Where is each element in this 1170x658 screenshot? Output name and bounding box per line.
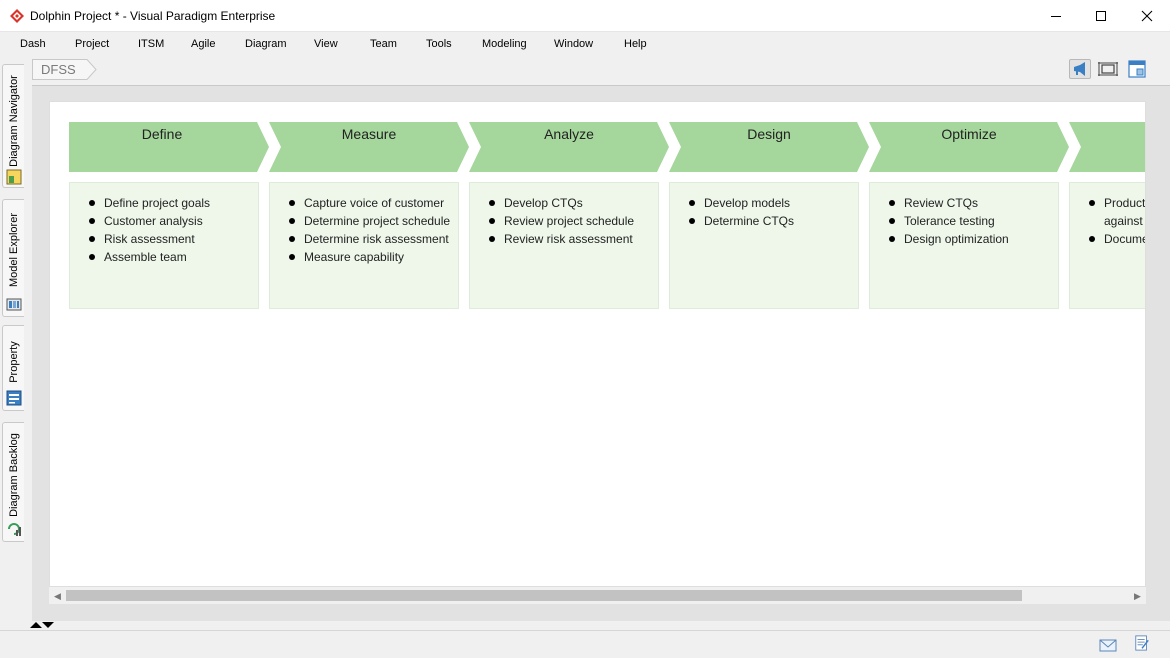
list-item: Customer analysis [89, 212, 259, 230]
side-panel-strip: Diagram Navigator Model Explorer Propert… [0, 56, 24, 628]
list-item: Develop CTQs [489, 194, 659, 212]
menu-view[interactable]: View [314, 38, 338, 50]
list-item: Tolerance testing [889, 212, 1059, 230]
menu-help[interactable]: Help [624, 38, 647, 50]
phase-task-list: Develop models Determine CTQs [689, 194, 859, 230]
menu-dash[interactable]: Dash [20, 38, 46, 50]
menu-team[interactable]: Team [370, 38, 397, 50]
phase-task-list: Review CTQs Tolerance testing Design opt… [889, 194, 1059, 248]
list-item: Determine risk assessment [289, 230, 459, 248]
close-icon [1141, 10, 1153, 22]
menu-agile[interactable]: Agile [191, 38, 215, 50]
announcement-button[interactable] [1069, 59, 1091, 79]
list-item: Assemble team [89, 248, 259, 266]
chevron-shape [1069, 122, 1145, 172]
list-item: Measure capability [289, 248, 459, 266]
scroll-left-icon[interactable]: ◀ [54, 591, 61, 602]
side-tab-property[interactable]: Property [2, 325, 24, 411]
list-item: Design optimization [889, 230, 1059, 248]
panel-collapse-icon[interactable] [30, 620, 56, 630]
phase-header-partial[interactable] [1069, 122, 1145, 172]
phase-header-analyze[interactable]: Analyze [469, 122, 673, 172]
list-item: Review risk assessment [489, 230, 659, 248]
close-button[interactable] [1124, 0, 1170, 32]
diagram-backlog-icon [8, 523, 21, 536]
minimize-button[interactable] [1033, 0, 1079, 32]
side-tab-diagram-navigator[interactable]: Diagram Navigator [2, 64, 24, 188]
list-item: Review project schedule [489, 212, 659, 230]
side-tab-label: Diagram Navigator [7, 75, 20, 167]
list-item: Determine project schedule [289, 212, 459, 230]
list-item: Product against [1089, 194, 1145, 230]
menu-project[interactable]: Project [75, 38, 109, 50]
phase-title: Analyze [544, 126, 594, 142]
list-item: Determine CTQs [689, 212, 859, 230]
diagram-canvas[interactable]: Define Define project goals Customer ana… [49, 101, 1146, 587]
side-tab-label: Diagram Backlog [7, 433, 20, 517]
phase-header-design[interactable]: Design [669, 122, 873, 172]
fit-size-icon [1098, 62, 1118, 76]
phase-header-measure[interactable]: Measure [269, 122, 473, 172]
list-item: Docume [1089, 230, 1145, 248]
megaphone-icon [1074, 62, 1085, 76]
list-item: Define project goals [89, 194, 259, 212]
diagram-tab-bar: DFSS [24, 56, 1170, 84]
menu-diagram[interactable]: Diagram [245, 38, 287, 50]
title-bar: Dolphin Project * - Visual Paradigm Ente… [0, 0, 1170, 32]
phase-box-optimize[interactable]: Review CTQs Tolerance testing Design opt… [869, 182, 1059, 309]
phase-title: Define [141, 126, 183, 142]
list-item: Capture voice of customer [289, 194, 459, 212]
menu-itsm[interactable]: ITSM [138, 38, 164, 50]
scrollbar-thumb[interactable] [66, 590, 1022, 601]
side-tab-label: Property [7, 341, 20, 383]
menu-bar: Dash Project ITSM Agile Diagram View Tea… [0, 32, 1170, 56]
status-bar [0, 630, 1170, 658]
phase-header-define[interactable]: Define [69, 122, 273, 172]
phase-box-define[interactable]: Define project goals Customer analysis R… [69, 182, 259, 309]
list-item: Risk assessment [89, 230, 259, 248]
scroll-right-icon[interactable]: ▶ [1134, 591, 1141, 602]
phase-task-list: Capture voice of customer Determine proj… [289, 194, 459, 266]
model-explorer-icon [6, 298, 22, 311]
diagram-overview-icon [1128, 60, 1146, 78]
list-item: Review CTQs [889, 194, 1059, 212]
phase-title: Design [747, 126, 791, 142]
phase-task-list: Develop CTQs Review project schedule Rev… [489, 194, 659, 248]
fit-size-button[interactable] [1097, 59, 1119, 79]
notes-icon[interactable] [1133, 635, 1151, 651]
phase-box-design[interactable]: Develop models Determine CTQs [669, 182, 859, 309]
list-item: Develop models [689, 194, 859, 212]
side-tab-diagram-backlog[interactable]: Diagram Backlog [2, 422, 24, 542]
minimize-icon [1051, 16, 1061, 17]
phase-box-measure[interactable]: Capture voice of customer Determine proj… [269, 182, 459, 309]
menu-tools[interactable]: Tools [426, 38, 452, 50]
phase-box-analyze[interactable]: Develop CTQs Review project schedule Rev… [469, 182, 659, 309]
phase-task-list: Product against Docume [1089, 194, 1145, 248]
maximize-button[interactable] [1078, 0, 1124, 32]
phase-title: Measure [341, 126, 397, 142]
property-icon [6, 390, 22, 406]
phase-box-partial[interactable]: Product against Docume [1069, 182, 1145, 309]
visual-paradigm-logo-icon [10, 9, 24, 23]
phase-title: Optimize [941, 126, 997, 142]
diagram-overview-button[interactable] [1126, 59, 1148, 79]
horizontal-scrollbar[interactable]: ◀ ▶ [49, 587, 1146, 604]
mail-icon[interactable] [1099, 637, 1117, 653]
diagram-navigator-icon [6, 169, 22, 185]
phase-header-optimize[interactable]: Optimize [869, 122, 1073, 172]
phase-task-list: Define project goals Customer analysis R… [89, 194, 259, 266]
side-tab-model-explorer[interactable]: Model Explorer [2, 199, 24, 317]
window-title: Dolphin Project * - Visual Paradigm Ente… [30, 9, 276, 23]
menu-window[interactable]: Window [554, 38, 593, 50]
breadcrumb-label: DFSS [41, 62, 76, 77]
side-tab-label: Model Explorer [7, 213, 20, 287]
maximize-icon [1096, 11, 1106, 21]
menu-modeling[interactable]: Modeling [482, 38, 527, 50]
